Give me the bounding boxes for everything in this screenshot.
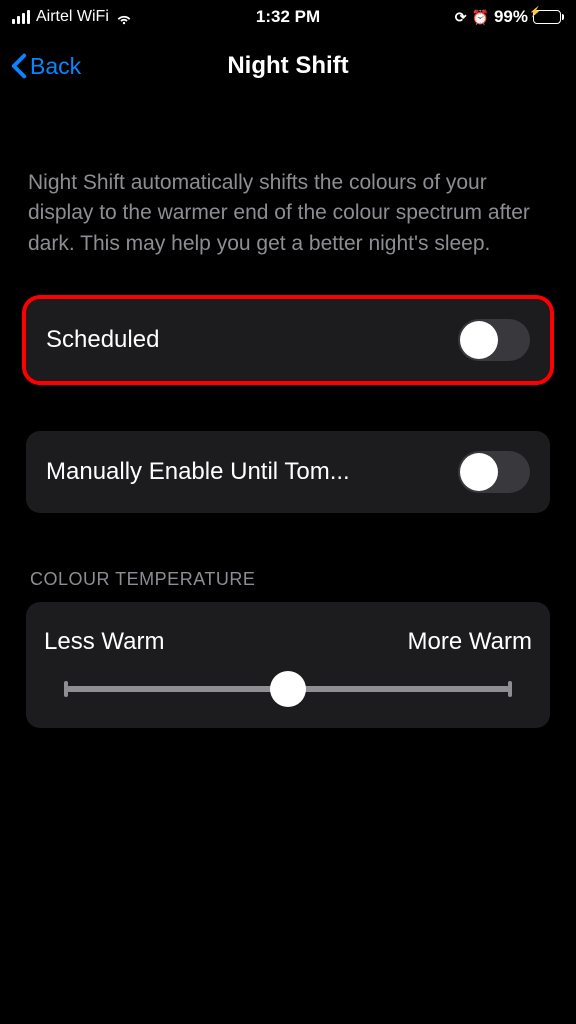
colour-temperature-card: Less Warm More Warm — [26, 602, 550, 728]
slider-min-label: Less Warm — [44, 628, 164, 656]
signal-icon — [12, 10, 30, 24]
chevron-left-icon — [10, 53, 28, 79]
back-label: Back — [30, 53, 81, 80]
scheduled-row[interactable]: Scheduled — [26, 299, 550, 381]
page-title: Night Shift — [227, 52, 348, 80]
manual-enable-label: Manually Enable Until Tom... — [46, 458, 350, 486]
slider-labels: Less Warm More Warm — [44, 628, 532, 656]
alarm-icon: ⏰ — [472, 9, 489, 26]
battery-percent: 99% — [494, 7, 528, 27]
back-button[interactable]: Back — [10, 53, 81, 80]
description-text: Night Shift automatically shifts the col… — [26, 168, 550, 259]
content: Night Shift automatically shifts the col… — [0, 168, 576, 728]
battery-icon: ⚡ — [533, 10, 564, 24]
status-bar: Airtel WiFi 1:32 PM ⟳ ⏰ 99% ⚡ — [0, 0, 576, 30]
slider-thumb[interactable] — [270, 671, 306, 707]
status-right: ⟳ ⏰ 99% ⚡ — [455, 7, 564, 27]
scheduled-toggle[interactable] — [458, 319, 530, 361]
scheduled-label: Scheduled — [46, 326, 159, 354]
status-left: Airtel WiFi — [12, 8, 133, 26]
colour-temperature-slider[interactable] — [66, 686, 510, 692]
slider-max-label: More Warm — [408, 628, 532, 656]
manual-enable-toggle[interactable] — [458, 451, 530, 493]
manual-enable-row[interactable]: Manually Enable Until Tom... — [26, 431, 550, 513]
wifi-icon — [115, 8, 133, 26]
carrier-label: Airtel WiFi — [36, 8, 109, 26]
colour-temperature-header: COLOUR TEMPERATURE — [26, 569, 550, 590]
orientation-lock-icon: ⟳ — [455, 9, 467, 26]
nav-bar: Back Night Shift — [0, 38, 576, 94]
status-time: 1:32 PM — [256, 7, 320, 27]
